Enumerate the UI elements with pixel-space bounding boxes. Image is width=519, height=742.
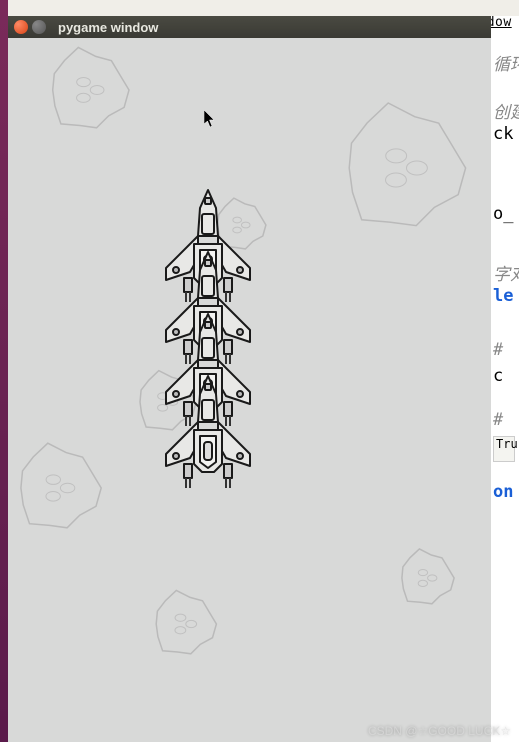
spaceship — [148, 372, 268, 492]
pygame-canvas[interactable] — [8, 38, 491, 742]
editor-peek: 循环 创建 ck o_ 字对 le # c # Tru on — [491, 38, 519, 742]
os-taskbar — [0, 0, 8, 742]
window-title: pygame window — [58, 20, 158, 35]
spaceship-icon — [148, 372, 268, 492]
minimize-icon[interactable] — [32, 20, 46, 34]
ide-menubar: File Edit View Navigate Code Refactor Ru… — [8, 0, 519, 16]
ship-group — [148, 186, 268, 492]
window-titlebar[interactable]: pygame window — [8, 16, 491, 38]
watermark: CSDN @☆GOOD LUCK☆ — [368, 724, 511, 738]
close-icon[interactable] — [14, 20, 28, 34]
